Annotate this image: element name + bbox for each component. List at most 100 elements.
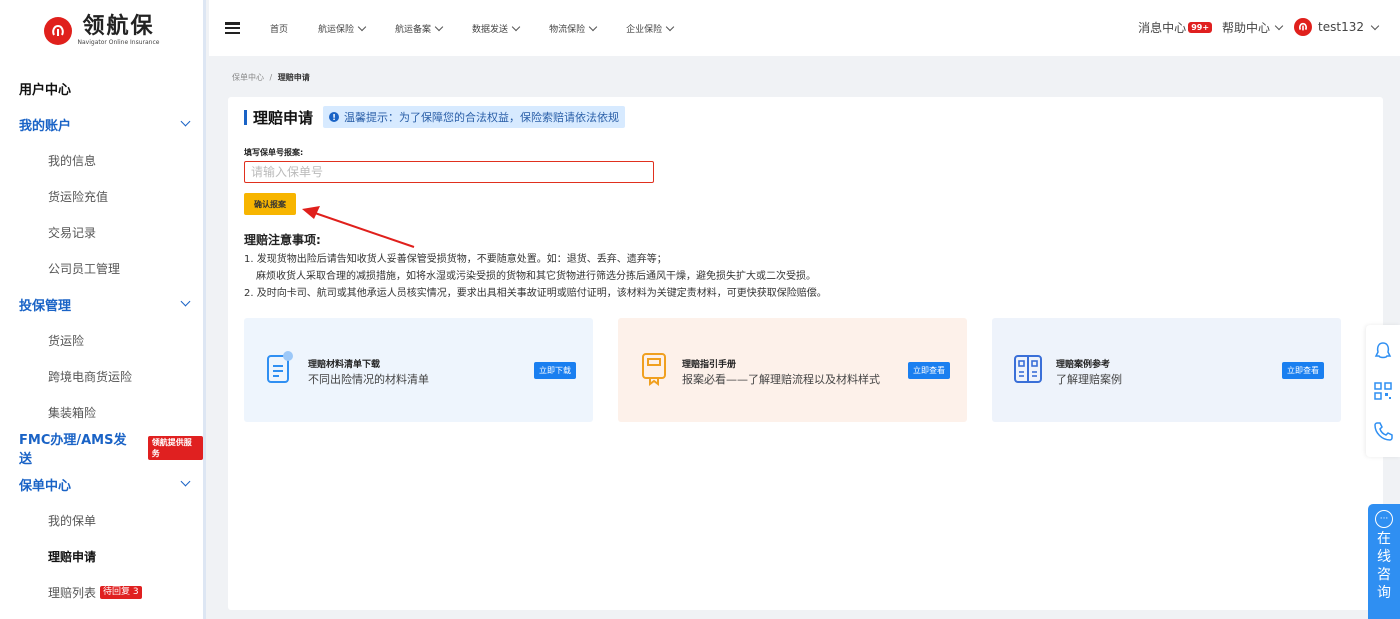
card-materials-list: 理赔材料清单下载 不同出险情况的材料清单 立即下载 (244, 318, 593, 422)
note-line: 麻烦收货人采取合理的减损措施，如将水湿或污染受损的货物和其它货物进行筛选分拣后通… (256, 271, 816, 282)
top-header: 首页 航运保险 航运备案 数据发送 物流保险 企业保险 消息中心 99+ 帮助中… (209, 0, 1400, 56)
card-desc: 了解理赔案例 (1056, 373, 1122, 386)
main-panel: 理赔申请 ! 温馨提示：为了保障您的合法权益，保险索赔请依法依规 填写保单号报案… (228, 97, 1383, 610)
sidebar-group-label: 投保管理 (19, 298, 72, 314)
sidebar-nav: 用户中心 我的账户 我的信息 货运险充值 交易记录 公司员工管理 投保管理 货运… (0, 70, 203, 610)
avatar[interactable] (1294, 18, 1313, 36)
chevron-down-icon (180, 296, 191, 307)
policy-number-label: 填写保单号报案: (244, 148, 304, 157)
chevron-down-icon (588, 22, 598, 31)
card-title: 理赔材料清单下载 (308, 360, 381, 370)
message-center-link[interactable]: 消息中心 (1138, 19, 1186, 36)
card-title: 理赔案例参考 (1056, 360, 1111, 370)
chevron-down-icon (357, 22, 367, 31)
sidebar-group-policy-center[interactable]: 保单中心 (0, 466, 203, 502)
message-count-badge: 99+ (1188, 21, 1213, 33)
breadcrumb-current: 理赔申请 (277, 73, 310, 82)
service-badge: 领航提供服务 (147, 436, 203, 460)
chevron-down-icon (180, 116, 191, 127)
download-now-button[interactable]: 立即下载 (534, 362, 576, 379)
sidebar-item-my-policy[interactable]: 我的保单 (0, 502, 203, 538)
breadcrumb: 保单中心 / 理赔申请 (232, 72, 310, 83)
page-title: 理赔申请 (253, 108, 314, 127)
topnav-label: 企业保险 (626, 24, 663, 35)
chevron-down-icon (1370, 21, 1380, 30)
topnav-label: 数据发送 (472, 24, 509, 35)
topnav-label: 物流保险 (549, 24, 586, 35)
help-center-link[interactable]: 帮助中心 (1222, 19, 1270, 36)
logo[interactable]: 领航保 Navigator Online Insurance (0, 0, 203, 62)
sidebar-group-label: 我的账户 (19, 118, 72, 134)
sidebar-item-fmc[interactable]: FMC办理/AMS发送 领航提供服务 (0, 430, 203, 467)
sidebar-item-label: FMC办理/AMS发送 (19, 433, 127, 467)
chevron-down-icon (434, 22, 444, 31)
logo-subtitle: Navigator Online Insurance (77, 39, 160, 46)
card-guide-manual: 理赔指引手册 报案必看——了解理赔流程以及材料样式 立即查看 (618, 318, 967, 422)
card-title: 理赔指引手册 (682, 360, 737, 370)
sidebar-item-transactions[interactable]: 交易记录 (0, 214, 203, 250)
card-case-reference: 理赔案例参考 了解理赔案例 立即查看 (992, 318, 1341, 422)
chevron-down-icon (665, 22, 675, 31)
topnav-label: 首页 (270, 24, 289, 35)
card-desc: 不同出险情况的材料清单 (308, 373, 429, 386)
sidebar-item-label: 理赔列表 (48, 585, 97, 600)
menu-icon[interactable] (225, 22, 240, 34)
info-icon: ! (329, 112, 340, 122)
document-icon (267, 351, 293, 383)
sidebar-item-crossborder[interactable]: 跨境电商货运险 (0, 358, 203, 394)
chat-label-char: 线 (1377, 549, 1391, 565)
notice-tip: ! 温馨提示：为了保障您的合法权益，保险索赔请依法依规 (323, 106, 626, 128)
logo-title: 领航保 (82, 14, 155, 39)
title-row: 理赔申请 ! 温馨提示：为了保障您的合法权益，保险索赔请依法依规 (244, 106, 626, 128)
topnav-shipping-insurance[interactable]: 航运保险 (318, 22, 367, 35)
sidebar-item-claim-list[interactable]: 理赔列表 待回复 3 (0, 574, 203, 610)
topnav-shipping-filing[interactable]: 航运备案 (395, 22, 444, 35)
topnav-label: 航运备案 (395, 24, 432, 35)
qq-icon[interactable] (1374, 341, 1392, 361)
policy-number-input[interactable] (244, 161, 654, 183)
sidebar-group-insure[interactable]: 投保管理 (0, 286, 203, 322)
breadcrumb-parent[interactable]: 保单中心 (232, 73, 264, 82)
sidebar-item-container[interactable]: 集装箱险 (0, 394, 203, 430)
topnav-data-sending[interactable]: 数据发送 (472, 22, 521, 35)
sidebar: 领航保 Navigator Online Insurance 用户中心 我的账户… (0, 0, 206, 619)
pending-badge: 待回复 3 (100, 585, 142, 599)
confirm-report-button[interactable]: 确认报案 (244, 193, 296, 215)
sidebar-item-recharge[interactable]: 货运险充值 (0, 178, 203, 214)
tip-text: 温馨提示：为了保障您的合法权益，保险索赔请依法依规 (344, 111, 620, 124)
sidebar-group-my-account[interactable]: 我的账户 (0, 106, 203, 142)
username[interactable]: test132 (1318, 20, 1364, 34)
sidebar-item-user-center[interactable]: 用户中心 (0, 70, 203, 106)
topnav-logistics-insurance[interactable]: 物流保险 (549, 22, 598, 35)
view-now-button[interactable]: 立即查看 (1282, 362, 1324, 379)
view-now-button[interactable]: 立即查看 (908, 362, 950, 379)
note-line: 1. 发现货物出险后请告知收货人妥善保管受损货物，不要随意处置。如：退货、丢弃、… (244, 254, 667, 265)
topnav-home[interactable]: 首页 (270, 22, 288, 35)
notes-title: 理赔注意事项: (244, 233, 321, 247)
resource-cards: 理赔材料清单下载 不同出险情况的材料清单 立即下载 理赔指引手册 报案必看——了… (244, 318, 1341, 422)
sidebar-item-cargo[interactable]: 货运险 (0, 322, 203, 358)
card-desc: 报案必看——了解理赔流程以及材料样式 (682, 373, 880, 386)
sidebar-item-claim-apply[interactable]: 理赔申请 (0, 538, 203, 574)
sidebar-item-staff[interactable]: 公司员工管理 (0, 250, 203, 286)
phone-icon[interactable] (1373, 421, 1393, 441)
qr-code-icon[interactable] (1374, 382, 1392, 400)
topnav-enterprise-insurance[interactable]: 企业保险 (626, 22, 675, 35)
chat-label-char: 在 (1377, 531, 1391, 547)
topnav-label: 航运保险 (318, 24, 355, 35)
manual-icon (642, 353, 666, 386)
chat-label-char: 询 (1377, 585, 1391, 601)
chat-icon: ··· (1375, 510, 1393, 528)
float-toolbar (1366, 325, 1400, 457)
title-accent (244, 109, 247, 125)
header-right: 消息中心 99+ 帮助中心 test132 (1138, 18, 1380, 36)
chevron-down-icon (1274, 21, 1284, 30)
sidebar-item-my-info[interactable]: 我的信息 (0, 142, 203, 178)
top-nav: 首页 航运保险 航运备案 数据发送 物流保险 企业保险 (270, 22, 703, 35)
chevron-down-icon (511, 22, 521, 31)
online-consult-tab[interactable]: ··· 在 线 咨 询 (1368, 504, 1400, 619)
note-line: 2. 及时向卡司、航司或其他承运人员核实情况，要求出具相关事故证明或赔付证明，该… (244, 288, 827, 299)
chat-label-char: 咨 (1377, 567, 1391, 583)
chevron-down-icon (180, 476, 191, 487)
breadcrumb-separator: / (269, 73, 273, 82)
